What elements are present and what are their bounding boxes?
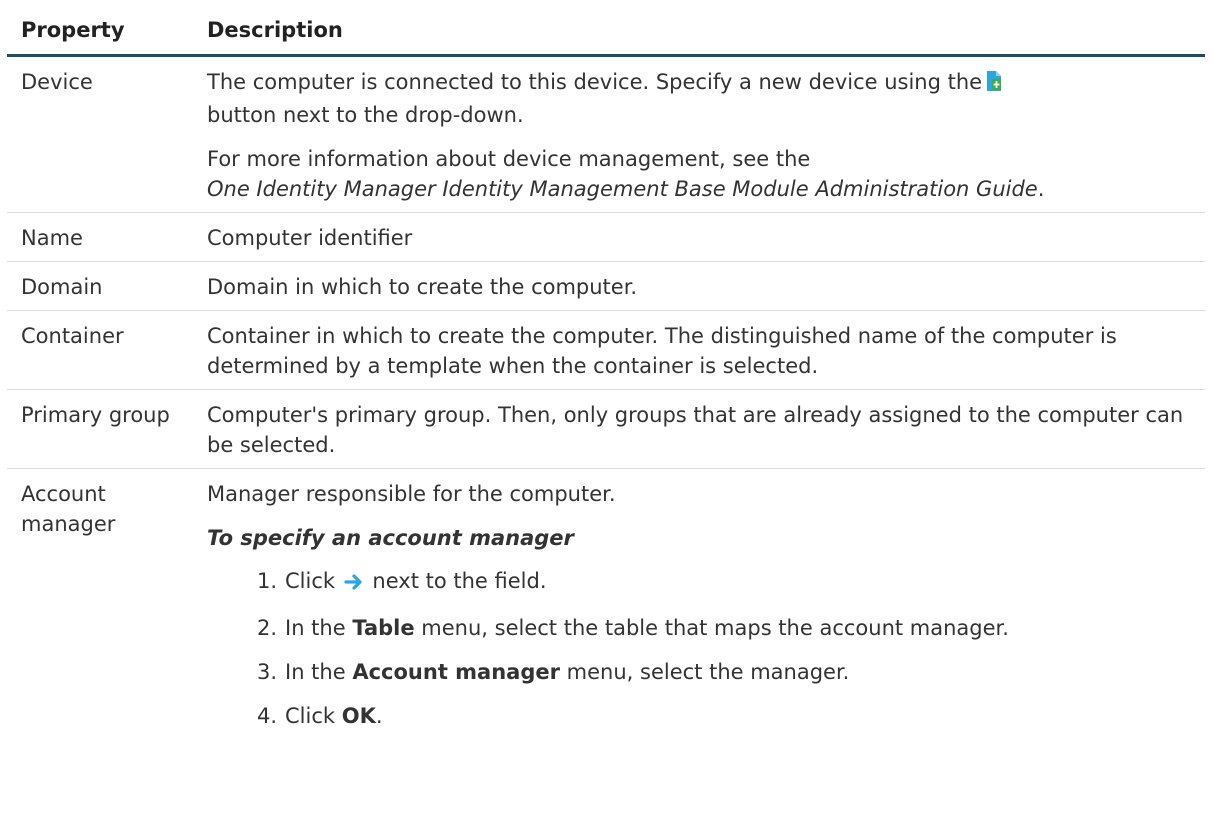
ui-term: OK (341, 704, 376, 728)
property-column-header: Property (7, 6, 193, 57)
property-description: Container in which to create the compute… (193, 310, 1205, 390)
step-number: 1. (257, 569, 278, 593)
step-text: . (375, 704, 383, 728)
property-table: Property Description Device The computer… (7, 6, 1205, 746)
description-column-header: Description (193, 6, 1205, 57)
description-paragraph: Manager responsible for the computer. (207, 482, 616, 506)
property-description: Domain in which to create the computer. (193, 261, 1205, 311)
table-row-primary-group: Primary group Computer's primary group. … (7, 389, 1205, 469)
step-text: In the (285, 616, 346, 640)
table-row-name: Name Computer identifier (7, 212, 1205, 262)
procedure-title: To specify an account manager (207, 526, 574, 550)
step-text: Click (285, 704, 336, 728)
description-paragraph: For more information about device manage… (207, 144, 1197, 204)
table-row-container: Container Container in which to create t… (7, 310, 1205, 390)
description-text: button next to the drop-down. (207, 103, 524, 127)
new-document-icon (986, 70, 1002, 100)
step-number: 4. (257, 704, 278, 728)
procedure-step: 1. Click next to the field. (257, 559, 1197, 606)
guide-reference: One Identity Manager Identity Management… (207, 177, 1038, 201)
property-description: Computer's primary group. Then, only gro… (193, 389, 1205, 469)
step-number: 3. (257, 660, 278, 684)
description-paragraph: The computer is connected to this device… (207, 67, 1197, 130)
description-text: . (1037, 177, 1045, 201)
table-row-device: Device The computer is connected to this… (7, 55, 1205, 213)
description-text: The computer is connected to this device… (207, 70, 983, 94)
property-name: Domain (7, 261, 193, 311)
procedure-step: 4. Click OK. (257, 694, 1197, 738)
ui-term: Account manager (352, 660, 560, 684)
procedure-step: 3. In the Account manager menu, select th… (257, 650, 1197, 694)
property-description: Manager responsible for the computer. To… (193, 469, 1205, 747)
arrow-right-icon (344, 569, 364, 599)
ui-term: Table (352, 616, 415, 640)
property-name: Name (7, 212, 193, 262)
property-description: The computer is connected to this device… (193, 55, 1205, 213)
table-header-row: Property Description (7, 6, 1205, 57)
table-row-account-manager: Account manager Manager responsible for … (7, 469, 1205, 747)
step-text: next to the field. (372, 569, 547, 593)
step-number: 2. (257, 616, 278, 640)
procedure-steps: 1. Click next to the field. 2. In the Tabl… (207, 559, 1197, 738)
property-description: Computer identifier (193, 212, 1205, 262)
property-name: Device (7, 55, 193, 213)
property-name: Primary group (7, 389, 193, 469)
step-text: Click (285, 569, 336, 593)
property-name: Container (7, 310, 193, 390)
procedure-step: 2. In the Table menu, select the table th… (257, 606, 1197, 650)
step-text: menu, select the manager. (566, 660, 850, 684)
step-text: In the (285, 660, 346, 684)
step-text: menu, select the table that maps the acc… (421, 616, 1009, 640)
property-name: Account manager (21, 482, 116, 536)
table-row-domain: Domain Domain in which to create the com… (7, 261, 1205, 311)
description-text: For more information about device manage… (207, 147, 811, 171)
